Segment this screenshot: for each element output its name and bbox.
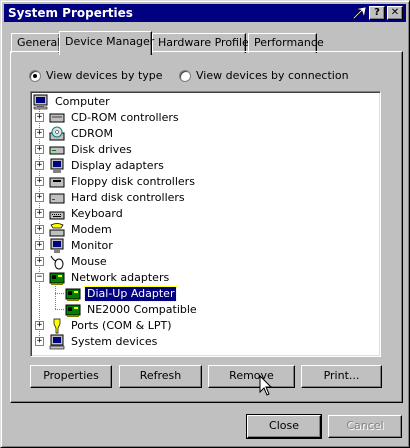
network-adapter-icon [65, 304, 81, 317]
view-by-type-option[interactable]: View devices by type [29, 68, 179, 84]
expand-mouse[interactable]: + [35, 257, 44, 266]
device-tree[interactable]: Computer CD-ROM controllers CDROM Disk d… [30, 91, 381, 357]
hard-disk-controller-icon [49, 193, 65, 204]
expand-ports[interactable]: + [35, 321, 44, 330]
tree-item-label: NE2000 Compatible [87, 303, 197, 316]
tab-general[interactable]: General [11, 33, 60, 53]
network-adapter-icon [49, 272, 65, 285]
mouse-icon [50, 255, 64, 270]
computer-icon [33, 94, 48, 110]
expand-system-devices[interactable]: + [35, 337, 44, 346]
tree-item-label: Hard disk controllers [71, 191, 185, 204]
modem-icon [49, 223, 65, 237]
expand-monitor[interactable]: + [35, 241, 44, 250]
tree-item-label: Mouse [71, 255, 107, 268]
view-by-connection-label: View devices by connection [196, 69, 349, 82]
expand-keyboard[interactable]: + [35, 209, 44, 218]
ports-icon [53, 318, 61, 334]
expand-hard-disk-controllers[interactable]: + [35, 193, 44, 202]
remove-button[interactable]: Remove [208, 365, 295, 388]
tree-item-label: Computer [55, 95, 110, 108]
tab-performance[interactable]: Performance [248, 33, 324, 53]
view-by-connection-option[interactable]: View devices by connection [179, 68, 379, 84]
collapse-network-adapters[interactable]: − [35, 273, 44, 282]
expand-floppy-disk-controllers[interactable]: + [35, 177, 44, 186]
expand-modem[interactable]: + [35, 225, 44, 234]
window-title: System Properties [8, 6, 133, 20]
view-by-type-radio[interactable] [29, 70, 41, 82]
expand-display-adapters[interactable]: + [35, 161, 44, 170]
whats-this-arrow-icon [352, 6, 367, 20]
tree-item-label: Ports (COM & LPT) [71, 319, 172, 332]
refresh-button[interactable]: Refresh [119, 365, 202, 388]
print-button[interactable]: Print... [301, 365, 382, 388]
cancel-button[interactable]: Cancel [328, 415, 402, 438]
view-by-connection-radio[interactable] [179, 70, 191, 82]
expand-cdrom-controllers[interactable]: + [35, 113, 44, 122]
disk-drive-icon [49, 146, 65, 155]
system-devices-icon [49, 334, 65, 350]
system-properties-window: System Properties ? ✕ General Device Man… [0, 0, 410, 448]
properties-button[interactable]: Properties [30, 365, 112, 388]
tab-hardware-profiles[interactable]: Hardware Profiles [152, 33, 255, 53]
close-window-button[interactable]: ✕ [387, 6, 403, 20]
tab-device-manager[interactable]: Device Manager [59, 31, 154, 55]
cdrom-icon [49, 126, 65, 141]
expand-cdrom[interactable]: + [35, 129, 44, 138]
monitor-icon [50, 238, 64, 253]
floppy-controller-icon [49, 177, 65, 188]
tree-item-label: CDROM [71, 127, 113, 140]
tree-item-label: Monitor [71, 239, 113, 252]
close-button[interactable]: Close [246, 414, 322, 439]
help-button[interactable]: ? [369, 6, 385, 20]
cdrom-controller-icon [49, 113, 65, 123]
tree-item-label: CD-ROM controllers [71, 111, 179, 124]
tree-item-label: Network adapters [71, 271, 170, 284]
view-by-type-label: View devices by type [46, 69, 163, 82]
tree-item-label: Modem [71, 223, 112, 236]
mouse-pointer-icon [259, 375, 273, 396]
expand-disk-drives[interactable]: + [35, 145, 44, 154]
tree-item-label: Keyboard [71, 207, 123, 220]
network-adapter-icon [65, 288, 81, 301]
keyboard-icon [49, 211, 65, 220]
title-bar[interactable]: System Properties ? ✕ [4, 4, 406, 22]
tree-item-label: Floppy disk controllers [71, 175, 195, 188]
display-adapter-icon [50, 158, 64, 173]
tree-item-label: Dial-Up Adapter [83, 286, 178, 302]
tree-item-label: System devices [71, 335, 158, 348]
tree-item-label: Display adapters [71, 159, 164, 172]
tree-item-label: Disk drives [71, 143, 132, 156]
